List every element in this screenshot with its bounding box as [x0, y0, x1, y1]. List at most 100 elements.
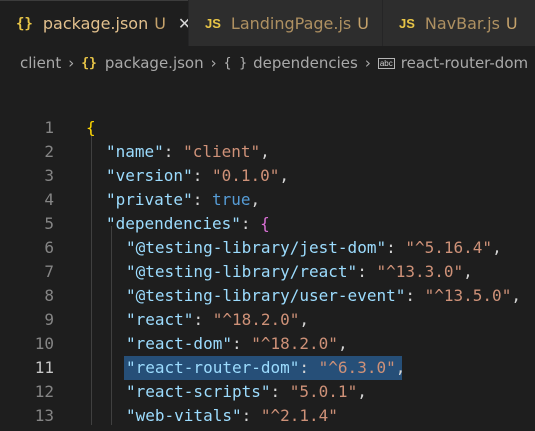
code-token: :: [386, 238, 406, 257]
tab-label: LandingPage.js: [230, 13, 352, 33]
line-number: 12: [34, 382, 54, 401]
code-token: "^6.3.0": [318, 358, 396, 377]
breadcrumb: client › {} package.json › { } dependenc…: [0, 46, 535, 80]
line-number: 7: [44, 262, 54, 281]
code-line[interactable]: 4 "private": true,: [0, 188, 535, 212]
breadcrumb-item-client[interactable]: client: [20, 54, 61, 72]
code-token: ,: [463, 262, 473, 281]
untracked-badge: U: [357, 13, 369, 33]
code-token: "^13.5.0": [424, 286, 512, 305]
code-token: :: [299, 358, 319, 377]
code-token: :: [193, 310, 213, 329]
line-number: 6: [44, 238, 54, 257]
code-token: :: [231, 334, 252, 353]
code-token: :: [270, 382, 290, 401]
breadcrumb-item-key[interactable]: react-router-dom: [401, 54, 528, 72]
code-token: :: [192, 166, 212, 185]
chevron-right-icon: ›: [364, 54, 371, 72]
code-token: :: [240, 214, 261, 233]
code-token: "0.1.0": [211, 166, 280, 185]
code-token: true: [211, 190, 251, 209]
line-number: 8: [44, 286, 54, 305]
code-token: {: [260, 214, 270, 233]
code-content: "private": true,: [106, 188, 260, 212]
code-token: "react": [126, 310, 194, 329]
string-symbol-icon: abc: [377, 57, 395, 69]
json-file-icon: {}: [16, 15, 33, 32]
code-line[interactable]: 5 "dependencies": {: [0, 212, 535, 236]
code-token: ,: [299, 310, 310, 329]
code-line[interactable]: 2 "name": "client",: [0, 140, 535, 164]
code-line[interactable]: 3 "version": "0.1.0",: [0, 164, 535, 188]
breadcrumb-item-dependencies[interactable]: dependencies: [253, 54, 358, 72]
code-line[interactable]: 8 "@testing-library/user-event": "^13.5.0…: [0, 284, 535, 308]
code-token: "version": [106, 166, 193, 185]
line-number: 11: [34, 358, 54, 377]
code-content: "react": "^18.2.0",: [126, 308, 309, 332]
code-content: "react-dom": "^18.2.0",: [126, 332, 348, 356]
line-number: 10: [34, 334, 54, 353]
code-token: "@testing-library/react": [126, 262, 358, 281]
code-line[interactable]: 11 "react-router-dom": "^6.3.0",: [0, 356, 535, 380]
breadcrumb-item-file[interactable]: package.json: [105, 54, 204, 72]
code-token: "5.0.1": [289, 382, 358, 401]
code-token: ,: [279, 166, 290, 185]
code-line[interactable]: 12 "react-scripts": "5.0.1",: [0, 380, 535, 404]
tab-label: NavBar.js: [424, 13, 500, 33]
code-token: ,: [357, 382, 367, 401]
code-line[interactable]: 6 "@testing-library/jest-dom": "^5.16.4",: [0, 236, 535, 260]
code-line[interactable]: 13 "web-vitals": "^2.1.4": [0, 404, 535, 428]
code-token: "react-scripts": [126, 382, 271, 401]
json-file-icon: {}: [81, 55, 97, 71]
code-content: "version": "0.1.0",: [106, 164, 289, 188]
untracked-badge: U: [154, 14, 166, 33]
code-token: "client": [183, 142, 261, 161]
code-token: "react-router-dom": [126, 358, 300, 377]
code-token: :: [241, 406, 261, 425]
code-token: ,: [260, 142, 270, 161]
js-file-icon: JS: [205, 15, 221, 31]
tab-bar: {} package.json U ✕ JS LandingPage.js U …: [0, 0, 535, 46]
tab-navbar-js[interactable]: JS NavBar.js U: [383, 0, 535, 46]
chevron-right-icon: ›: [210, 54, 217, 72]
chevron-right-icon: ›: [68, 54, 75, 72]
code-editor[interactable]: 1{2 "name": "client", 3 "version": "0.1.0",…: [0, 106, 535, 431]
line-number: 5: [44, 214, 54, 233]
js-file-icon: JS: [399, 15, 415, 31]
tab-landingpage-js[interactable]: JS LandingPage.js U: [189, 0, 382, 46]
code-line[interactable]: 1{: [0, 116, 535, 140]
code-content: "@testing-library/user-event": "^13.5.0"…: [126, 284, 521, 308]
code-token: ,: [492, 238, 502, 257]
code-token: ,: [250, 190, 261, 209]
code-line[interactable]: 10 "react-dom": "^18.2.0",: [0, 332, 535, 356]
line-number: 4: [44, 190, 54, 209]
code-token: :: [192, 190, 212, 209]
code-token: "private": [106, 190, 193, 209]
code-line[interactable]: 9 "react": "^18.2.0",: [0, 308, 535, 332]
code-token: :: [405, 286, 425, 305]
untracked-badge: U: [505, 13, 518, 33]
line-number: 3: [44, 166, 54, 185]
code-token: "^5.16.4": [405, 238, 493, 257]
code-token: ,: [395, 358, 406, 377]
code-content: "web-vitals": "^2.1.4": [126, 404, 338, 428]
code-token: ,: [337, 334, 348, 353]
code-content: "name": "client",: [106, 140, 270, 164]
tab-package-json[interactable]: {} package.json U ✕: [0, 0, 191, 46]
code-token: "^2.1.4": [260, 406, 338, 425]
line-number: 1: [44, 118, 54, 137]
code-content: "@testing-library/react": "^13.3.0",: [126, 260, 473, 284]
line-number: 13: [34, 406, 54, 425]
code-token: {: [86, 118, 96, 137]
code-token: "@testing-library/jest-dom": [126, 238, 387, 257]
code-content: {: [86, 116, 96, 140]
code-token: :: [163, 142, 184, 161]
code-line[interactable]: 7 "@testing-library/react": "^13.3.0",: [0, 260, 535, 284]
code-token: "name": [106, 142, 164, 161]
code-token: "react-dom": [126, 334, 232, 353]
line-number: 9: [44, 310, 54, 329]
code-token: "^13.3.0": [376, 262, 464, 281]
object-symbol-icon: { }: [223, 55, 248, 71]
line-number: 2: [44, 142, 54, 161]
code-content: "dependencies": {: [106, 212, 270, 236]
